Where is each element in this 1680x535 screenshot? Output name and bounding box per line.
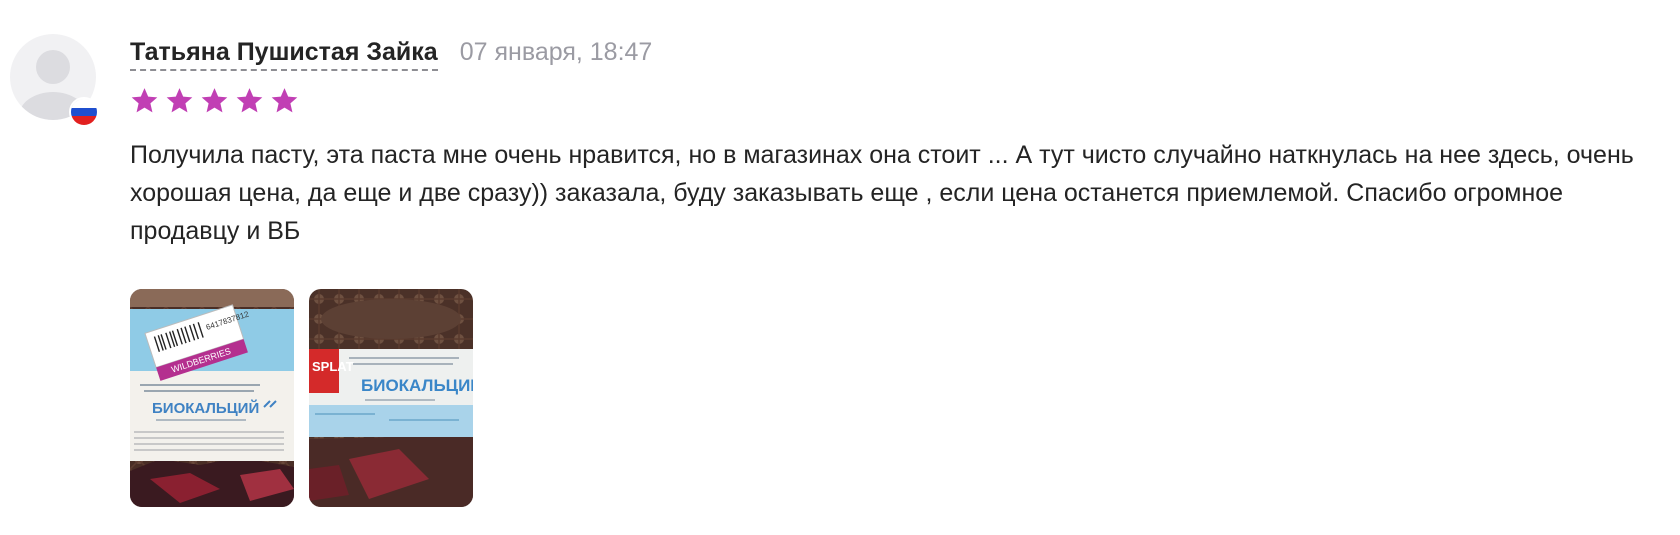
review-card: Татьяна Пушистая Зайка 07 января, 18:47 …	[0, 0, 1680, 535]
review-date: 07 января, 18:47	[459, 38, 653, 66]
review-text: Получила пасту, эта паста мне очень нрав…	[130, 141, 1634, 245]
review-photo-2[interactable]: SPLAT БИОКАЛЬЦИЙ	[309, 289, 473, 507]
svg-text:SPLAT: SPLAT	[312, 359, 354, 374]
review-photo-1[interactable]: 6417837812 WILDBERRIES БИОКАЛЬЦИЙ	[130, 289, 294, 507]
star-icon	[236, 88, 263, 113]
review-header: Татьяна Пушистая Зайка 07 января, 18:47	[130, 38, 652, 71]
rating-stars	[130, 86, 299, 115]
star-icon	[201, 88, 228, 113]
star-icon	[131, 88, 158, 113]
review-photos: 6417837812 WILDBERRIES БИОКАЛЬЦИЙ SPLAT …	[130, 289, 473, 507]
star-icon	[166, 88, 193, 113]
star-icon	[271, 88, 298, 113]
author-name[interactable]: Татьяна Пушистая Зайка	[130, 38, 438, 71]
svg-text:БИОКАЛЬЦИЙ: БИОКАЛЬЦИЙ	[361, 376, 473, 395]
russia-flag-icon	[69, 97, 99, 127]
svg-text:БИОКАЛЬЦИЙ: БИОКАЛЬЦИЙ	[152, 399, 259, 417]
